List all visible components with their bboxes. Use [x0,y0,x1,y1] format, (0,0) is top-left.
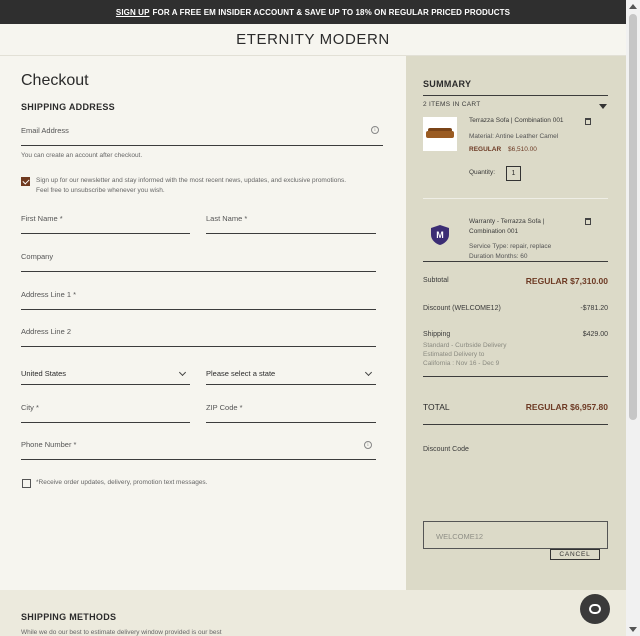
promo-bar: SIGN UP FOR A FREE EM INSIDER ACCOUNT & … [0,0,626,24]
address-line2-field[interactable]: Address Line 2 [21,327,376,347]
subtotal-label: Subtotal [423,277,449,284]
address-line1-label: Address Line 1 * [21,290,77,299]
subtotal-value: REGULAR $7,310.00 [525,276,608,286]
svg-text:M: M [436,230,444,240]
cancel-button[interactable]: CANCEL [550,549,600,560]
email-label: Email Address [21,126,69,135]
shipping-value: $429.00 [582,331,608,338]
promo-text: FOR A FREE EM INSIDER ACCOUNT & SAVE UP … [152,7,511,17]
sms-text: *Receive order updates, delivery, promot… [36,479,208,486]
zip-field[interactable]: ZIP Code * [206,403,376,423]
item2-service: Service Type: repair, replace [469,243,552,250]
total-value: REGULAR $6,957.80 [525,402,608,412]
discount-code-input[interactable]: WELCOME12 [423,521,608,549]
zip-label: ZIP Code * [206,403,243,412]
first-name-field[interactable]: First Name * [21,214,190,234]
newsletter-text: Sign up for our newsletter and stay info… [36,177,346,194]
last-name-label: Last Name * [206,214,248,223]
shipping-address-heading: SHIPPING ADDRESS [21,102,115,112]
shield-icon: M [431,225,449,245]
newsletter-checkbox[interactable] [21,177,30,186]
chevron-down-icon[interactable] [599,104,607,109]
scroll-thumb[interactable] [629,14,637,420]
country-value: United States [21,369,67,378]
quantity-box[interactable]: 1 [506,166,521,181]
phone-field[interactable]: Phone Number * [21,440,376,460]
first-name-label: First Name * [21,214,63,223]
total-label: TOTAL [423,402,450,412]
brand-logo[interactable]: ETERNITY MODERN [0,24,626,56]
discount-value: -$781.20 [580,305,608,312]
sms-checkbox[interactable] [22,479,31,488]
product-image [423,117,457,151]
info-icon[interactable]: i [371,126,379,134]
items-count[interactable]: 2 ITEMS IN CART [423,101,480,108]
shipping-methods-heading: SHIPPING METHODS [21,612,117,622]
signup-link[interactable]: SIGN UP [116,8,150,17]
scroll-up-icon[interactable] [629,4,637,9]
discount-label: Discount (WELCOME12) [423,305,501,312]
company-field[interactable]: Company [21,252,376,272]
city-label: City * [21,403,39,412]
scroll-down-icon[interactable] [629,627,637,632]
shipping-label: Shipping [423,331,451,338]
shipping-methods-note: While we do our best to estimate deliver… [21,629,222,636]
item1-name[interactable]: Terrazza Sofa | Combination 001 [469,117,564,124]
summary-heading: SUMMARY [423,79,472,89]
city-field[interactable]: City * [21,403,190,423]
trash-icon[interactable] [585,218,591,225]
last-name-field[interactable]: Last Name * [206,214,376,234]
item1-material: Material: Antine Leather Camel [469,133,559,140]
item2-name[interactable]: Warranty - Terrazza Sofa | Combination 0… [469,217,579,237]
page-title: Checkout [21,72,89,89]
state-value: Please select a state [206,369,276,378]
company-label: Company [21,252,54,261]
email-field[interactable]: Email Address [21,126,383,146]
state-select[interactable]: Please select a state [206,369,376,385]
info-icon[interactable]: i [364,441,372,449]
address-line2-label: Address Line 2 [21,327,72,336]
chat-icon[interactable] [580,594,610,624]
phone-label: Phone Number * [21,440,77,449]
trash-icon[interactable] [585,118,591,125]
item1-price-label: REGULAR [469,146,502,153]
address-line1-field[interactable]: Address Line 1 * [21,290,376,310]
discount-code-label: Discount Code [423,446,469,453]
country-select[interactable]: United States [21,369,190,385]
scrollbar[interactable] [626,0,640,636]
email-note: You can create an account after checkout… [21,152,143,159]
item1-price: $6,510.00 [508,146,537,153]
qty-label: Quantity: [469,169,496,176]
item2-duration: Duration Months: 60 [469,253,528,260]
shipping-dates: California : Nov 16 - Dec 9 [423,360,500,367]
